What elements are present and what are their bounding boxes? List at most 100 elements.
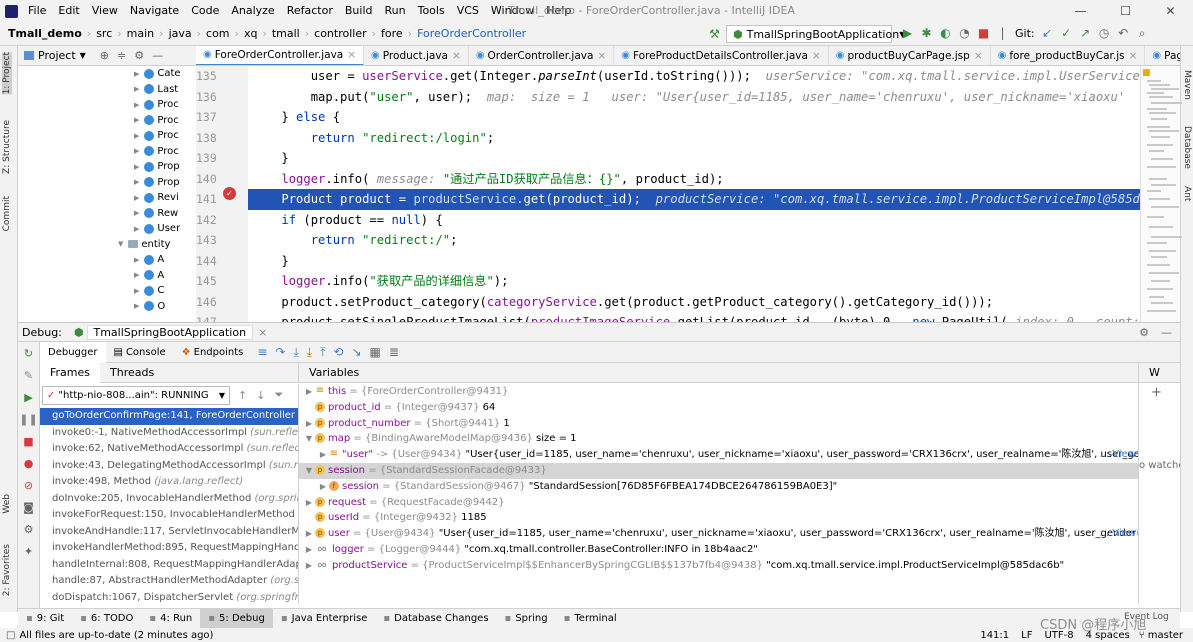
- expand-arrow-icon[interactable]: ▶: [317, 447, 329, 463]
- tool-tab-structure[interactable]: Z: Structure: [2, 120, 12, 174]
- collapse-all-icon[interactable]: ≑: [117, 49, 126, 62]
- variable-row[interactable]: ▶ oo productService = {ProductServiceImpl$…: [299, 558, 1138, 574]
- mute-breakpoints-icon[interactable]: ⊘: [18, 474, 39, 496]
- debug-session-tab[interactable]: TmallSpringBootApplication: [86, 324, 254, 340]
- gear-icon[interactable]: ⚙: [134, 49, 144, 62]
- expand-arrow-icon[interactable]: ▶: [303, 384, 315, 400]
- gear-icon[interactable]: ⚙: [1139, 326, 1149, 339]
- profile-icon[interactable]: ◔: [955, 23, 974, 43]
- run-configuration-select[interactable]: ⬢ TmallSpringBootApplication ▼: [726, 25, 905, 43]
- tree-item[interactable]: ▶ Revi: [18, 190, 196, 206]
- maximize-button[interactable]: ☐: [1103, 0, 1148, 22]
- arrow-down-icon[interactable]: ↓: [256, 389, 265, 402]
- breadcrumb-item[interactable]: com: [204, 27, 232, 40]
- frame-item[interactable]: handleInternal:808, RequestMappingHandle…: [40, 557, 298, 574]
- expand-arrow-icon[interactable]: ▶: [317, 479, 329, 495]
- step-into-icon[interactable]: ⤓: [293, 345, 298, 360]
- breadcrumb-item[interactable]: tmall: [270, 27, 302, 40]
- bottom-tab[interactable]: ▪ Database Changes: [375, 609, 496, 629]
- tree-item[interactable]: ▶ Cate: [18, 66, 196, 82]
- menu-item-navigate[interactable]: Navigate: [124, 0, 185, 22]
- tool-tab-web[interactable]: Web: [2, 494, 12, 514]
- add-watch-plus-icon[interactable]: +: [1139, 383, 1180, 400]
- variable-row[interactable]: ▶ ≡ "user" -> {User@9434} "User{user_id=11…: [299, 447, 1138, 463]
- evaluate-expression-icon[interactable]: ▦: [370, 345, 381, 359]
- close-button[interactable]: ✕: [1148, 0, 1193, 22]
- bottom-tab[interactable]: ▪ Terminal: [556, 609, 625, 629]
- debug-bug-icon[interactable]: ✱: [917, 23, 936, 43]
- menu-item-file[interactable]: File: [22, 0, 52, 22]
- tree-item[interactable]: ▶ User: [18, 221, 196, 237]
- tree-item[interactable]: ▶ A: [18, 252, 196, 268]
- show-execution-point-icon[interactable]: ≡: [257, 345, 267, 359]
- tree-item[interactable]: ▶ Last: [18, 82, 196, 98]
- variable-row[interactable]: ▼ p session = {StandardSessionFacade@9433}: [299, 462, 1138, 479]
- editor-tab[interactable]: ◉ productBuyCarPage.jsp ×: [829, 46, 991, 65]
- close-icon[interactable]: ×: [347, 49, 356, 61]
- expand-arrow-icon[interactable]: ▼: [118, 240, 123, 248]
- frame-item[interactable]: handle:87, AbstractHandlerMethodAdapter …: [40, 573, 298, 590]
- tool-tab-maven[interactable]: Maven: [1182, 70, 1192, 100]
- bottom-tab[interactable]: ▪ 6: TODO: [72, 609, 141, 629]
- menu-item-run[interactable]: Run: [379, 0, 412, 22]
- frame-item[interactable]: doDispatch:1067, DispatcherServlet (org.…: [40, 590, 298, 605]
- pin-icon[interactable]: ✦: [18, 540, 39, 562]
- menu-item-refactor[interactable]: Refactor: [281, 0, 339, 22]
- expand-arrow-icon[interactable]: ▶: [134, 287, 139, 295]
- tool-tab-favorites[interactable]: 2: Favorites: [2, 544, 12, 596]
- editor-tab[interactable]: ◉ fore_productBuyCar.js ×: [991, 46, 1146, 65]
- bottom-tab[interactable]: ▪ Spring: [497, 609, 556, 629]
- search-icon[interactable]: ⌕: [1133, 23, 1152, 43]
- coverage-icon[interactable]: ◐: [936, 23, 955, 43]
- expand-arrow-icon[interactable]: ▶: [303, 495, 315, 511]
- variable-row[interactable]: p userId = {Integer@9432} 1185: [299, 510, 1138, 526]
- expand-arrow-icon[interactable]: ▶: [134, 256, 139, 264]
- bottom-tab[interactable]: ▪ 4: Run: [141, 609, 200, 629]
- editor-tab[interactable]: ◉ ForeProductDetailsController.java ×: [614, 46, 829, 65]
- expand-arrow-icon[interactable]: ▼: [303, 431, 315, 447]
- editor-tab[interactable]: ◉ ForeOrderController.java ×: [196, 46, 365, 65]
- expand-arrow-icon[interactable]: ▶: [134, 147, 139, 155]
- variable-row[interactable]: p product_id = {Integer@9437} 64: [299, 400, 1138, 416]
- menu-item-edit[interactable]: Edit: [52, 0, 85, 22]
- variable-row[interactable]: ▶ oo logger = {Logger@9444} "com.xq.tmall.…: [299, 542, 1138, 558]
- breadcrumb-item[interactable]: fore: [379, 27, 405, 40]
- code-editor[interactable]: user = userService.get(Integer.parseInt(…: [248, 66, 1140, 322]
- minimize-button[interactable]: —: [1058, 0, 1103, 22]
- menu-item-tools[interactable]: Tools: [412, 0, 451, 22]
- view-link[interactable]: ... View: [1100, 447, 1136, 463]
- rollback-icon[interactable]: ↶: [1114, 23, 1133, 43]
- tab-frames[interactable]: Frames: [40, 362, 101, 383]
- close-icon[interactable]: ×: [974, 50, 983, 62]
- expand-arrow-icon[interactable]: ▶: [134, 101, 139, 109]
- bottom-tab[interactable]: ▪ Java Enterprise: [273, 609, 376, 629]
- tree-item[interactable]: ▶ O: [18, 299, 196, 315]
- frame-item[interactable]: invokeHandlerMethod:895, RequestMappingH…: [40, 540, 298, 557]
- rerun-icon[interactable]: ↻: [18, 342, 39, 364]
- modify-config-icon[interactable]: ✎: [18, 364, 39, 386]
- frame-item[interactable]: invoke:62, NativeMethodAccessorImpl (sun…: [40, 441, 298, 458]
- step-over-icon[interactable]: ↷: [275, 345, 285, 359]
- run-icon[interactable]: ▶: [898, 23, 917, 43]
- frame-item[interactable]: invoke:498, Method (java.lang.reflect): [40, 474, 298, 491]
- expand-arrow-icon[interactable]: ▶: [134, 225, 139, 233]
- tab-threads[interactable]: Threads: [100, 366, 164, 379]
- variable-row[interactable]: ▶ ≡ this = {ForeOrderController@9431}: [299, 384, 1138, 400]
- tree-item[interactable]: ▶ A: [18, 268, 196, 284]
- tab-debugger[interactable]: Debugger: [40, 341, 106, 363]
- tree-item[interactable]: ▶ Proc: [18, 128, 196, 144]
- arrow-up-icon[interactable]: ↑: [238, 389, 247, 402]
- tool-tab-commit[interactable]: Commit: [2, 196, 12, 231]
- view-breakpoints-icon[interactable]: ●: [18, 452, 39, 474]
- breadcrumb-item[interactable]: Tmall_demo: [6, 27, 84, 40]
- expand-arrow-icon[interactable]: ▶: [134, 194, 139, 202]
- frame-item[interactable]: doInvoke:205, InvocableHandlerMethod (or…: [40, 491, 298, 508]
- locate-icon[interactable]: ⊕: [100, 49, 109, 62]
- expand-arrow-icon[interactable]: ▶: [303, 416, 315, 432]
- tool-tab-database[interactable]: Database: [1182, 126, 1192, 169]
- expand-arrow-icon[interactable]: ▶: [134, 271, 139, 279]
- editor-tab[interactable]: ◉ OrderController.java ×: [469, 46, 615, 65]
- frame-item[interactable]: invoke:43, DelegatingMethodAccessorImpl …: [40, 458, 298, 475]
- tree-item[interactable]: ▶ Prop: [18, 175, 196, 191]
- expand-arrow-icon[interactable]: ▶: [303, 526, 315, 542]
